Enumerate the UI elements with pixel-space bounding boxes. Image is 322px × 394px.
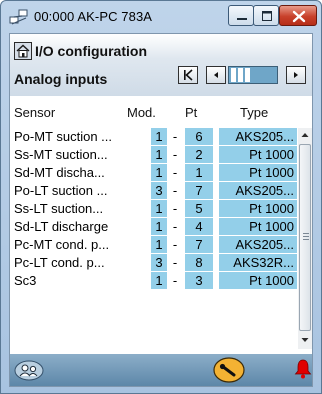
maximize-icon bbox=[262, 11, 272, 21]
first-page-button[interactable] bbox=[178, 66, 198, 84]
table-row[interactable]: Sd-MT discha... 1 - 1 Pt 1000 bbox=[10, 164, 297, 181]
point-cell[interactable]: 3 bbox=[185, 272, 213, 289]
type-cell[interactable]: AKS32R... bbox=[219, 254, 297, 271]
sensor-name: Ss-LT suction... bbox=[14, 201, 104, 216]
service-tool-button[interactable] bbox=[213, 357, 245, 383]
home-icon bbox=[16, 44, 30, 58]
column-header-pt: Pt bbox=[185, 105, 198, 120]
home-button[interactable] bbox=[14, 42, 32, 60]
separator: - bbox=[172, 201, 178, 216]
point-cell[interactable]: 7 bbox=[185, 182, 213, 199]
grip-icon bbox=[303, 233, 309, 240]
separator: - bbox=[172, 183, 178, 198]
module-cell[interactable]: 1 bbox=[151, 218, 167, 235]
separator: - bbox=[172, 255, 178, 270]
module-cell[interactable]: 1 bbox=[151, 146, 167, 163]
type-cell[interactable]: AKS205... bbox=[219, 128, 297, 145]
separator: - bbox=[172, 129, 178, 144]
column-header-sensor: Sensor bbox=[14, 105, 56, 120]
users-icon bbox=[14, 360, 44, 381]
separator: - bbox=[172, 147, 178, 162]
module-cell[interactable]: 3 bbox=[151, 254, 167, 271]
scroll-up-icon bbox=[301, 133, 309, 137]
prev-page-icon bbox=[214, 72, 218, 78]
sensor-name: Po-MT suction ... bbox=[14, 129, 113, 144]
module-cell[interactable]: 1 bbox=[151, 200, 167, 217]
client-area: I/O configuration Analog inputs Sensor M… bbox=[9, 33, 313, 387]
sensor-name: Pc-MT cond. p... bbox=[14, 237, 110, 252]
close-icon bbox=[292, 10, 306, 23]
module-cell[interactable]: 1 bbox=[151, 164, 167, 181]
next-page-button[interactable] bbox=[286, 66, 306, 84]
type-cell[interactable]: AKS205... bbox=[219, 182, 297, 199]
first-page-icon bbox=[184, 69, 193, 81]
module-cell[interactable]: 1 bbox=[151, 272, 167, 289]
sensor-name: Pc-LT cond. p... bbox=[14, 255, 105, 270]
type-cell[interactable]: Pt 1000 bbox=[219, 272, 297, 289]
type-cell[interactable]: Pt 1000 bbox=[219, 218, 297, 235]
app-window: 00:000 AK-PC 783A I/O configuration Anal… bbox=[0, 0, 322, 394]
maximize-button[interactable] bbox=[253, 5, 279, 26]
sensor-name: Ss-MT suction... bbox=[14, 147, 108, 162]
table-row[interactable]: Ss-MT suction... 1 - 2 Pt 1000 bbox=[10, 146, 297, 163]
page-slider-thumb bbox=[231, 68, 250, 82]
alarm-bell-icon bbox=[294, 359, 312, 379]
table-row[interactable]: Pc-MT cond. p... 1 - 7 AKS205... bbox=[10, 236, 297, 253]
title-bar[interactable]: 00:000 AK-PC 783A bbox=[1, 1, 321, 33]
separator: - bbox=[172, 165, 178, 180]
scroll-down-icon bbox=[301, 338, 309, 342]
sensor-list: Po-MT suction ... 1 - 6 AKS205... Ss-MT … bbox=[10, 128, 297, 349]
column-header-mod: Mod. bbox=[127, 105, 156, 120]
column-header-type: Type bbox=[240, 105, 269, 120]
point-cell[interactable]: 5 bbox=[185, 200, 213, 217]
point-cell[interactable]: 6 bbox=[185, 128, 213, 145]
separator: - bbox=[172, 273, 178, 288]
page-title: I/O configuration bbox=[35, 43, 147, 59]
point-cell[interactable]: 4 bbox=[185, 218, 213, 235]
page-header: I/O configuration Analog inputs bbox=[10, 34, 312, 96]
point-cell[interactable]: 7 bbox=[185, 236, 213, 253]
close-button[interactable] bbox=[279, 5, 317, 26]
service-tool-icon bbox=[213, 357, 245, 383]
next-page-icon bbox=[294, 72, 298, 78]
type-cell[interactable]: AKS205... bbox=[219, 236, 297, 253]
list-scrollbar[interactable] bbox=[298, 128, 312, 349]
footer-bar bbox=[10, 354, 312, 386]
window-title: 00:000 AK-PC 783A bbox=[34, 9, 153, 24]
separator: - bbox=[172, 219, 178, 234]
section-title: Analog inputs bbox=[14, 71, 108, 87]
module-cell[interactable]: 3 bbox=[151, 182, 167, 199]
table-row[interactable]: Po-LT suction ... 3 - 7 AKS205... bbox=[10, 182, 297, 199]
users-button[interactable] bbox=[14, 360, 44, 381]
alarm-button[interactable] bbox=[294, 358, 312, 380]
table-row[interactable]: Po-MT suction ... 1 - 6 AKS205... bbox=[10, 128, 297, 145]
point-cell[interactable]: 2 bbox=[185, 146, 213, 163]
page-slider[interactable] bbox=[228, 66, 278, 84]
scroll-thumb[interactable] bbox=[299, 144, 311, 331]
prev-page-button[interactable] bbox=[206, 66, 226, 84]
sensor-name: Po-LT suction ... bbox=[14, 183, 108, 198]
scroll-up-button[interactable] bbox=[298, 128, 312, 142]
network-icon[interactable] bbox=[9, 8, 29, 26]
module-cell[interactable]: 1 bbox=[151, 128, 167, 145]
point-cell[interactable]: 1 bbox=[185, 164, 213, 181]
minimize-button[interactable] bbox=[228, 5, 254, 26]
type-cell[interactable]: Pt 1000 bbox=[219, 146, 297, 163]
table-row[interactable]: Sc3 1 - 3 Pt 1000 bbox=[10, 272, 297, 289]
type-cell[interactable]: Pt 1000 bbox=[219, 164, 297, 181]
table-row[interactable]: Pc-LT cond. p... 3 - 8 AKS32R... bbox=[10, 254, 297, 271]
table-row[interactable]: Ss-LT suction... 1 - 5 Pt 1000 bbox=[10, 200, 297, 217]
minimize-icon bbox=[237, 18, 247, 20]
separator: - bbox=[172, 237, 178, 252]
scroll-down-button[interactable] bbox=[298, 333, 312, 347]
type-cell[interactable]: Pt 1000 bbox=[219, 200, 297, 217]
point-cell[interactable]: 8 bbox=[185, 254, 213, 271]
sensor-name: Sd-MT discha... bbox=[14, 165, 105, 180]
sensor-name: Sd-LT discharge bbox=[14, 219, 109, 234]
module-cell[interactable]: 1 bbox=[151, 236, 167, 253]
table-row[interactable]: Sd-LT discharge 1 - 4 Pt 1000 bbox=[10, 218, 297, 235]
sensor-name: Sc3 bbox=[14, 273, 37, 288]
